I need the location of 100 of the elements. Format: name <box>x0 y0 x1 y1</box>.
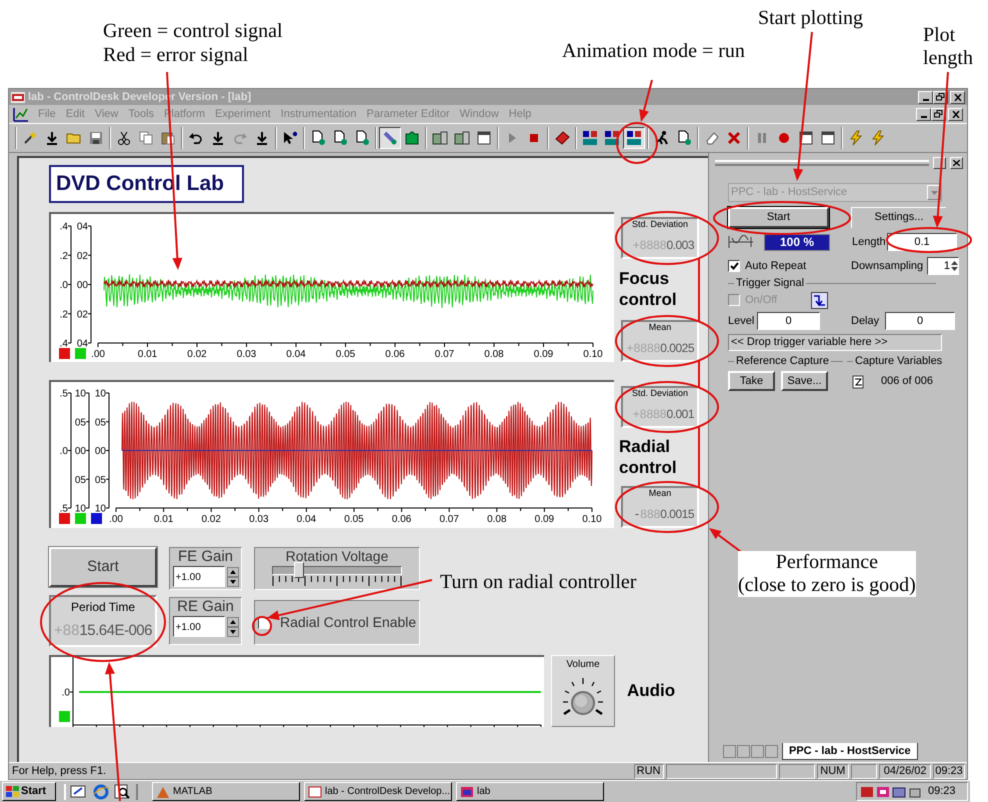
axis-label: .2 <box>60 309 68 320</box>
probe-icon <box>382 130 398 146</box>
start-button[interactable]: Start <box>728 206 829 228</box>
sign-digit: - <box>634 504 640 522</box>
axis-label: 10 <box>94 388 106 400</box>
down-arrow-icon <box>254 130 270 146</box>
annotation-circle <box>252 616 272 636</box>
close-icon <box>954 94 962 100</box>
axis-label: 02 <box>76 309 88 320</box>
axis-label: 0.05 <box>336 349 356 360</box>
start-button[interactable]: Start <box>49 547 157 587</box>
desktop-icon[interactable] <box>70 784 88 800</box>
length-field[interactable]: 0.1 <box>887 233 957 251</box>
close-icon <box>953 160 960 166</box>
axis-label: 0.05 <box>344 514 364 525</box>
minimize-button[interactable] <box>916 108 931 120</box>
axis-label: 05 <box>74 474 86 486</box>
axis-label: .0 <box>60 446 68 457</box>
toolbar-button[interactable] <box>623 127 645 149</box>
readout-label: Mean <box>648 488 672 499</box>
axis-label: 0.03 <box>249 514 269 525</box>
document-icon <box>354 130 370 146</box>
drop-target[interactable]: << Drop trigger variable here >> <box>728 334 942 351</box>
readout-value: 0.0015 <box>660 506 694 522</box>
axis-label: 0.09 <box>534 349 554 360</box>
group-label: Capture Variables <box>854 354 944 369</box>
document-icon <box>676 130 692 146</box>
axis-label: 0.08 <box>484 349 504 360</box>
device-icon <box>432 130 448 146</box>
variable-count: 006 of 006 <box>881 374 933 389</box>
minimize-button[interactable] <box>918 90 933 104</box>
annotation-text: Green = control signal <box>103 20 283 43</box>
close-button[interactable] <box>950 157 963 169</box>
chart-document-icon[interactable] <box>13 106 29 122</box>
readout-label: Std. Deviation <box>632 388 688 399</box>
axis-label: 0.07 <box>439 514 459 525</box>
field-label: Downsampling <box>851 258 924 274</box>
axis-label: 0.10 <box>582 514 602 525</box>
close-button[interactable] <box>950 90 965 104</box>
axis-label: .2 <box>60 250 68 262</box>
slider-thumb[interactable] <box>294 562 304 578</box>
axis-label: .5 <box>60 504 68 514</box>
taskbar-button[interactable]: lab - ControlDesk Develop... <box>304 782 452 801</box>
eraser-icon <box>704 130 720 146</box>
annotation-circle <box>616 122 658 164</box>
axis-label: 0.04 <box>286 349 306 360</box>
slider-label: Rotation Voltage <box>286 548 388 564</box>
progress-text: 100 % <box>778 234 816 250</box>
lightning-icon <box>870 130 886 146</box>
document-icon <box>310 130 326 146</box>
status-text: For Help, press F1. <box>11 764 108 779</box>
start-button[interactable]: Start <box>2 782 56 801</box>
axis-label: 0.07 <box>434 349 454 360</box>
axis-label: 10 <box>94 504 106 514</box>
axis-label: .4 <box>60 338 68 350</box>
warning-triangle-icon <box>156 784 170 798</box>
annotation-text: Start plotting <box>758 7 863 30</box>
down-arrow-icon <box>44 130 60 146</box>
axis-label: 0.02 <box>187 349 207 360</box>
close-button[interactable] <box>948 108 963 120</box>
grip-handle[interactable] <box>715 160 929 166</box>
tray-icon[interactable] <box>876 784 890 798</box>
group-label: Reference Capture <box>735 354 830 369</box>
axis-label: 0.01 <box>154 514 174 525</box>
taskbar-button[interactable]: MATLAB <box>152 782 300 801</box>
app-icon <box>308 784 322 798</box>
gain-field[interactable]: +1.00 <box>172 616 224 637</box>
toolbar-button[interactable] <box>379 127 401 149</box>
readout-label: Std. Deviation <box>632 219 688 230</box>
leader-line <box>698 427 700 487</box>
axis-label: 05 <box>94 417 106 428</box>
panel-tab[interactable]: PPC - lab - HostService <box>782 742 918 760</box>
record-icon <box>776 130 792 146</box>
axis-label: .0 <box>62 688 70 698</box>
annotation-text: Performance (close to zero is good) <box>738 551 916 597</box>
checkbox-label: Auto Repeat <box>745 258 808 274</box>
section-label: Radial control <box>619 436 678 478</box>
tray-icon[interactable] <box>892 784 906 798</box>
spin-buttons[interactable] <box>226 566 238 586</box>
taskbar-button[interactable]: lab <box>456 782 604 801</box>
field-label: Level <box>728 314 756 329</box>
spin-buttons[interactable] <box>226 616 238 636</box>
capture-button[interactable]: Take <box>728 371 775 391</box>
gain-field[interactable]: +1.00 <box>172 566 224 587</box>
axis-label: 02 <box>76 250 88 262</box>
field-label: Delay <box>851 314 880 329</box>
scissors-icon <box>116 130 132 146</box>
window-icon <box>476 130 492 146</box>
magic-wand-icon <box>22 130 38 146</box>
downsampling-field[interactable]: 1 <box>927 257 959 275</box>
delay-field[interactable]: 0 <box>885 312 955 330</box>
layout-icon <box>582 130 598 146</box>
y-axis <box>70 657 74 727</box>
checkbox[interactable] <box>728 260 740 272</box>
falling-edge-icon[interactable] <box>811 292 828 308</box>
axis-label: 10 <box>74 388 86 400</box>
axis-label: 0.10 <box>583 349 603 360</box>
axis-label: 0.06 <box>385 349 405 360</box>
capture-button[interactable]: Save... <box>781 371 828 391</box>
level-field[interactable]: 0 <box>757 312 820 330</box>
